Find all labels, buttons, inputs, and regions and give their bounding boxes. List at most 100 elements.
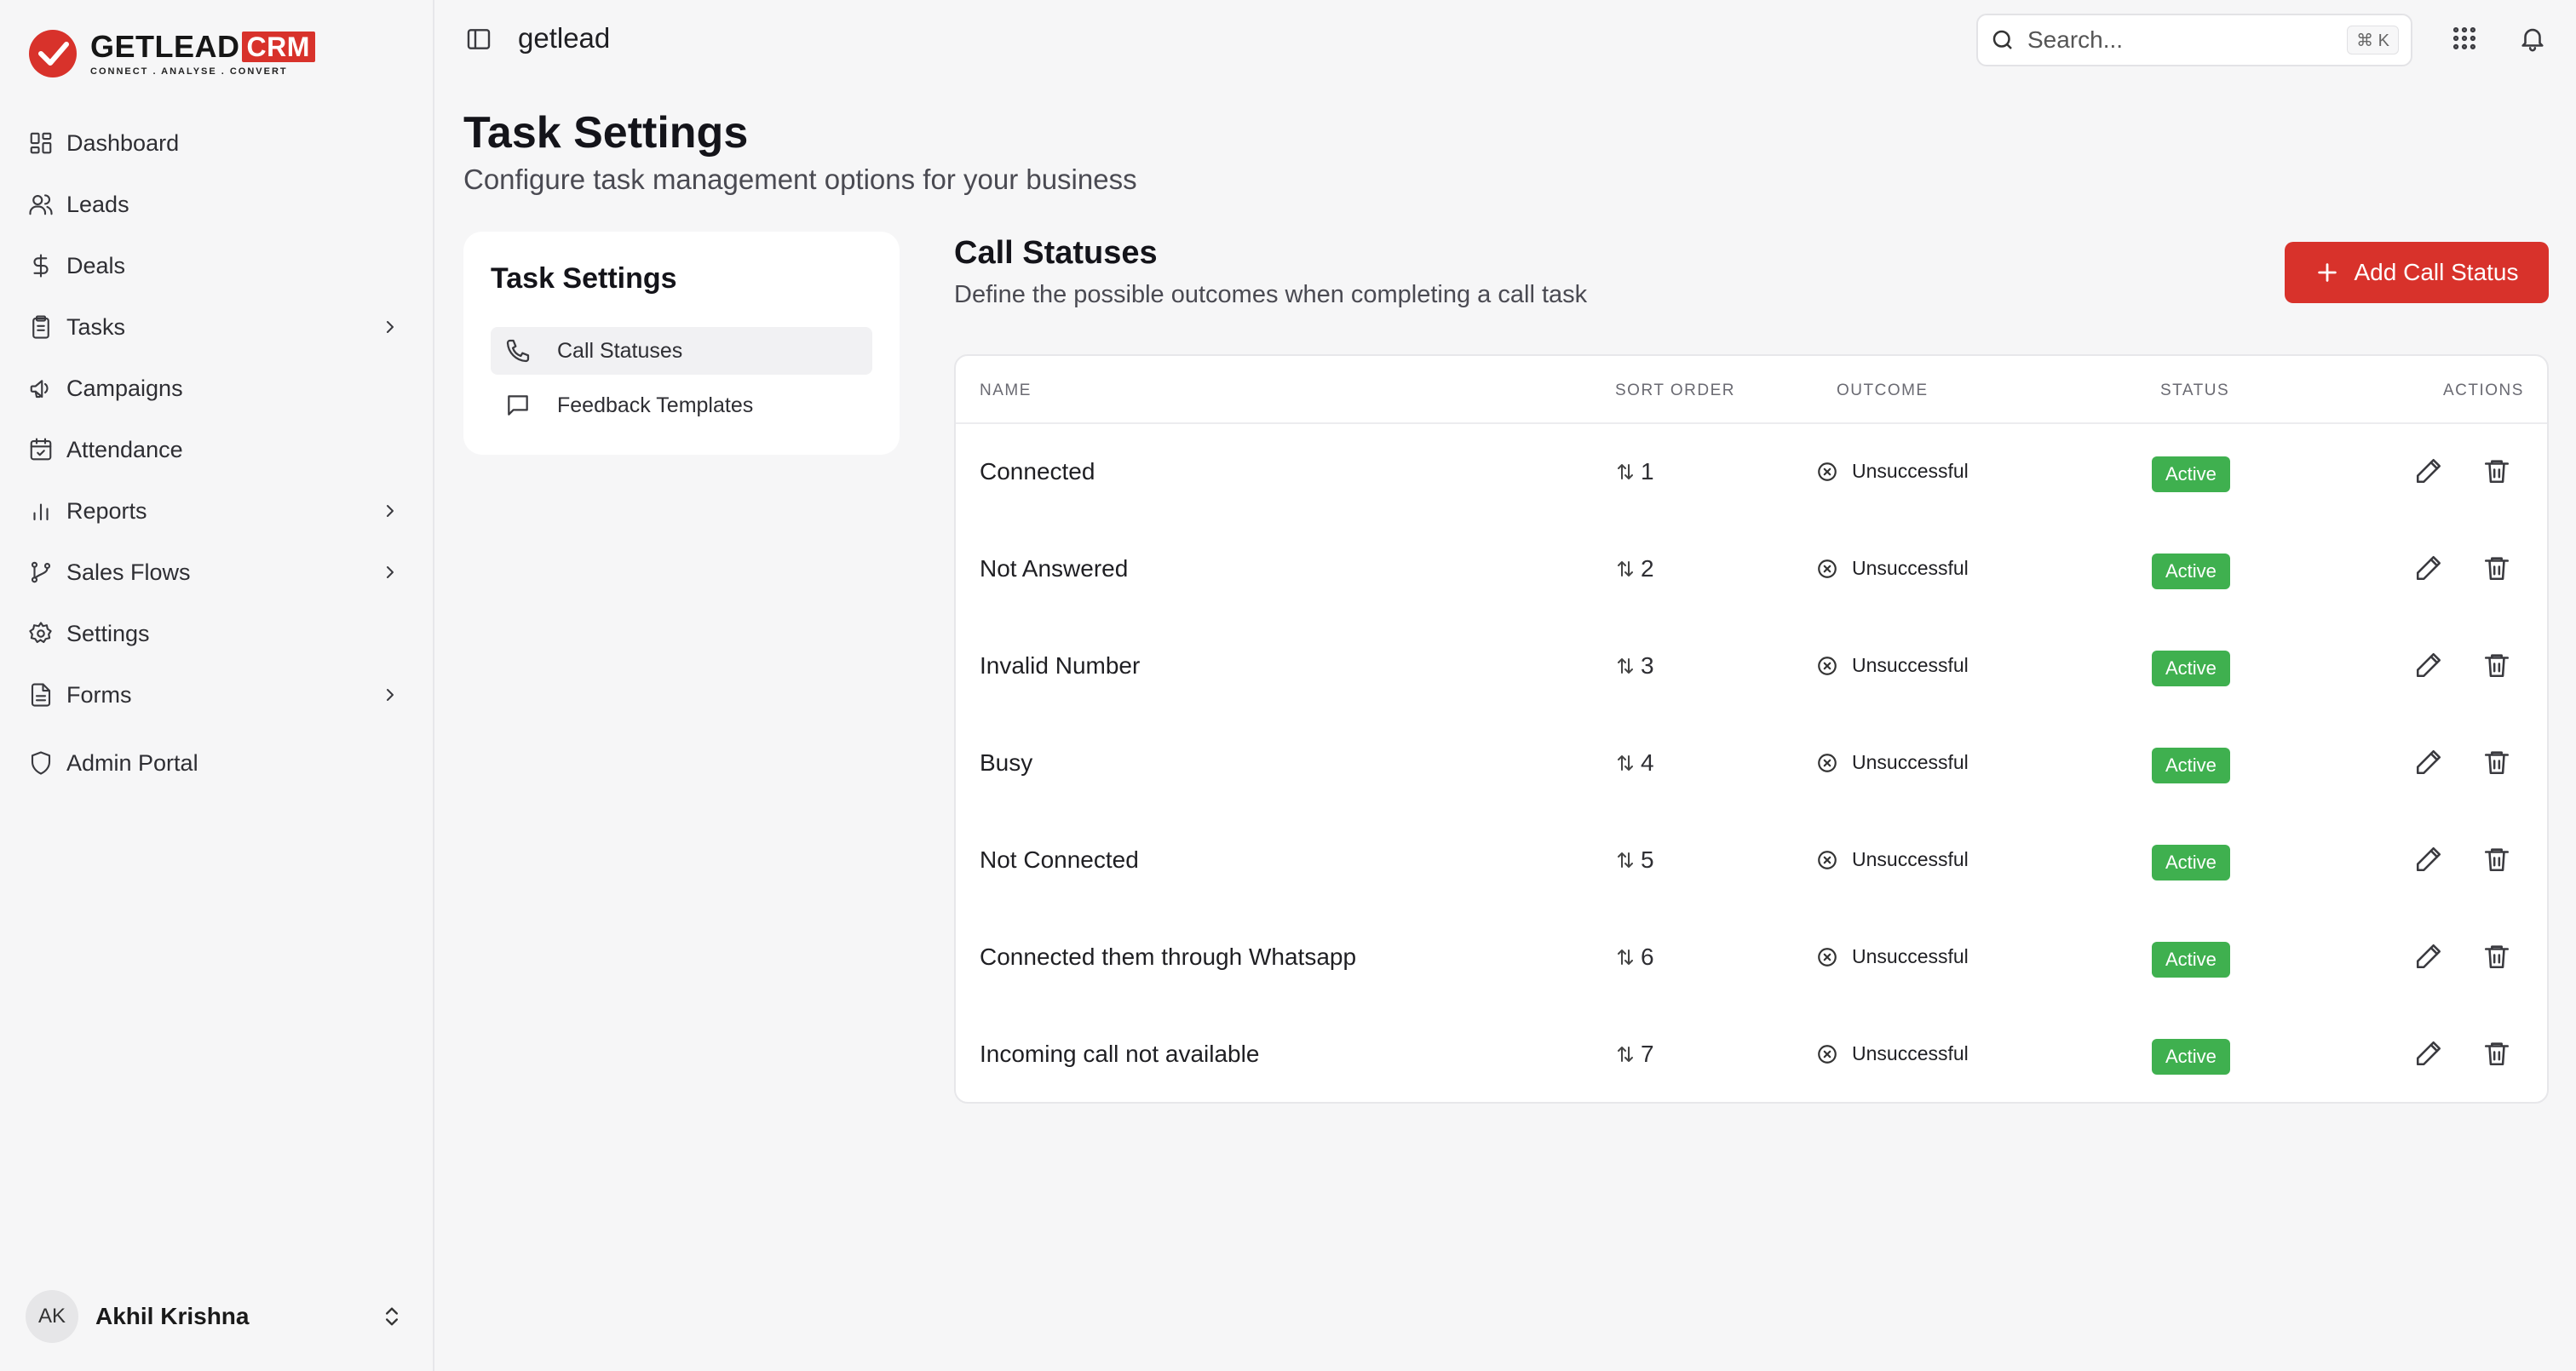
settings-nav-call-statuses[interactable]: Call Statuses [491, 327, 872, 375]
edit-button[interactable] [2414, 651, 2447, 683]
row-sort-order: 7 [1615, 1041, 1654, 1068]
x-circle-icon [1818, 1044, 1837, 1064]
sidebar-item-label: Admin Portal [66, 749, 198, 776]
section-title: Call Statuses [954, 235, 1158, 271]
sidebar-toggle-icon[interactable] [465, 26, 494, 54]
page-subtitle: Configure task management options for yo… [463, 163, 1137, 195]
call-statuses-table: NAME SORT ORDER OUTCOME STATUS ACTIONS C… [954, 354, 2549, 1104]
edit-button[interactable] [2414, 1039, 2447, 1071]
sidebar-item-label: Deals [66, 252, 126, 278]
chevron-right-icon[interactable] [380, 501, 400, 521]
status-badge: Active [2152, 942, 2230, 978]
chevron-right-icon[interactable] [380, 562, 400, 582]
file-icon [27, 681, 55, 708]
sidebar-item-label: Attendance [66, 436, 183, 462]
table-row[interactable]: Not Connected 5 Unsuccessful Active [956, 812, 2547, 909]
sort-value: 1 [1641, 458, 1654, 485]
megaphone-icon [27, 375, 55, 402]
sort-arrows-icon [1618, 852, 1633, 868]
sidebar-item-reports[interactable]: Reports [14, 480, 421, 542]
delete-button[interactable] [2482, 554, 2515, 586]
row-outcome: Unsuccessful [1816, 654, 1969, 677]
row-outcome: Unsuccessful [1816, 751, 1969, 774]
sidebar-item-deals[interactable]: Deals [14, 235, 421, 296]
status-badge: Active [2152, 748, 2230, 783]
chevron-right-icon[interactable] [380, 685, 400, 705]
add-call-status-label: Add Call Status [2354, 259, 2519, 285]
sidebar-item-dashboard[interactable]: Dashboard [14, 112, 421, 174]
table-row[interactable]: Incoming call not available 7 Unsuccessf… [956, 1007, 2547, 1102]
pencil-icon [2416, 944, 2441, 969]
settings-nav-feedback-templates[interactable]: Feedback Templates [491, 381, 872, 429]
delete-button[interactable] [2482, 1039, 2515, 1071]
x-circle-icon [1818, 850, 1837, 869]
bell-icon[interactable] [2518, 24, 2550, 56]
sort-value: 6 [1641, 944, 1654, 970]
search-input[interactable] [2027, 26, 2334, 54]
sort-value: 7 [1641, 1041, 1654, 1067]
table-body: Connected 1 Unsuccessful Active Not Answ… [956, 424, 2547, 1102]
pencil-icon [2416, 652, 2441, 678]
outcome-value: Unsuccessful [1852, 460, 1969, 482]
x-circle-icon [1818, 656, 1837, 675]
settings-nav-label: Feedback Templates [557, 393, 754, 417]
edit-button[interactable] [2414, 845, 2447, 877]
table-row[interactable]: Busy 4 Unsuccessful Active [956, 715, 2547, 812]
edit-button[interactable] [2414, 456, 2447, 489]
header-status: STATUS [2160, 381, 2230, 399]
workspace-name: getlead [518, 22, 611, 54]
search-box[interactable]: ⌘ K [1976, 14, 2412, 66]
row-sort-order: 5 [1615, 846, 1654, 874]
plus-icon [2317, 263, 2337, 282]
delete-button[interactable] [2482, 942, 2515, 974]
sidebar-item-admin-portal[interactable]: Admin Portal [14, 732, 421, 794]
main-content: getlead ⌘ K Task Settings Configure task… [434, 0, 2576, 1371]
brand-logo[interactable]: GETLEAD CRM CONNECT . ANALYSE . CONVERT [27, 27, 315, 80]
sidebar-item-attendance[interactable]: Attendance [14, 419, 421, 480]
add-call-status-button[interactable]: Add Call Status [2285, 242, 2549, 303]
row-name: Connected them through Whatsapp [980, 944, 1357, 970]
table-row[interactable]: Connected 1 Unsuccessful Active [956, 424, 2547, 521]
sidebar-item-settings[interactable]: Settings [14, 603, 421, 664]
sidebar-item-campaigns[interactable]: Campaigns [14, 358, 421, 419]
sort-value: 2 [1641, 555, 1654, 582]
delete-button[interactable] [2482, 456, 2515, 489]
status-badge: Active [2152, 1039, 2230, 1075]
row-name: Connected [980, 458, 1095, 485]
apps-grid-icon[interactable] [2450, 24, 2482, 56]
sidebar-item-tasks[interactable]: Tasks [14, 296, 421, 358]
delete-button[interactable] [2482, 651, 2515, 683]
chevron-right-icon[interactable] [380, 317, 400, 337]
sidebar-item-leads[interactable]: Leads [14, 174, 421, 235]
edit-button[interactable] [2414, 554, 2447, 586]
sort-arrows-icon [1618, 658, 1633, 674]
outcome-value: Unsuccessful [1852, 1042, 1969, 1064]
header-name: NAME [980, 381, 1032, 399]
avatar: AK [26, 1290, 78, 1343]
delete-button[interactable] [2482, 748, 2515, 780]
table-row[interactable]: Not Answered 2 Unsuccessful Active [956, 521, 2547, 618]
trash-icon [2484, 848, 2510, 872]
sidebar-item-label: Leads [66, 191, 129, 217]
pencil-icon [2416, 555, 2441, 581]
table-row[interactable]: Invalid Number 3 Unsuccessful Active [956, 618, 2547, 715]
sidebar-item-sales-flows[interactable]: Sales Flows [14, 542, 421, 603]
chevrons-up-down-icon[interactable] [380, 1305, 404, 1328]
edit-button[interactable] [2414, 748, 2447, 780]
user-menu[interactable]: AK Akhil Krishna [26, 1289, 409, 1344]
delete-button[interactable] [2482, 845, 2515, 877]
header-actions: ACTIONS [2443, 381, 2524, 399]
header-outcome: OUTCOME [1837, 381, 1929, 399]
trash-icon [2484, 460, 2510, 484]
row-name: Not Answered [980, 555, 1129, 582]
brand-tagline: CONNECT . ANALYSE . CONVERT [90, 66, 288, 77]
settings-nav-label: Call Statuses [557, 338, 683, 363]
edit-button[interactable] [2414, 942, 2447, 974]
logo-check-icon [29, 30, 77, 77]
outcome-value: Unsuccessful [1852, 557, 1969, 579]
grid-icon [27, 129, 55, 157]
sidebar-item-label: Sales Flows [66, 559, 191, 585]
table-row[interactable]: Connected them through Whatsapp 6 Unsucc… [956, 909, 2547, 1007]
sidebar-item-label: Settings [66, 620, 150, 646]
sidebar-item-forms[interactable]: Forms [14, 664, 421, 726]
